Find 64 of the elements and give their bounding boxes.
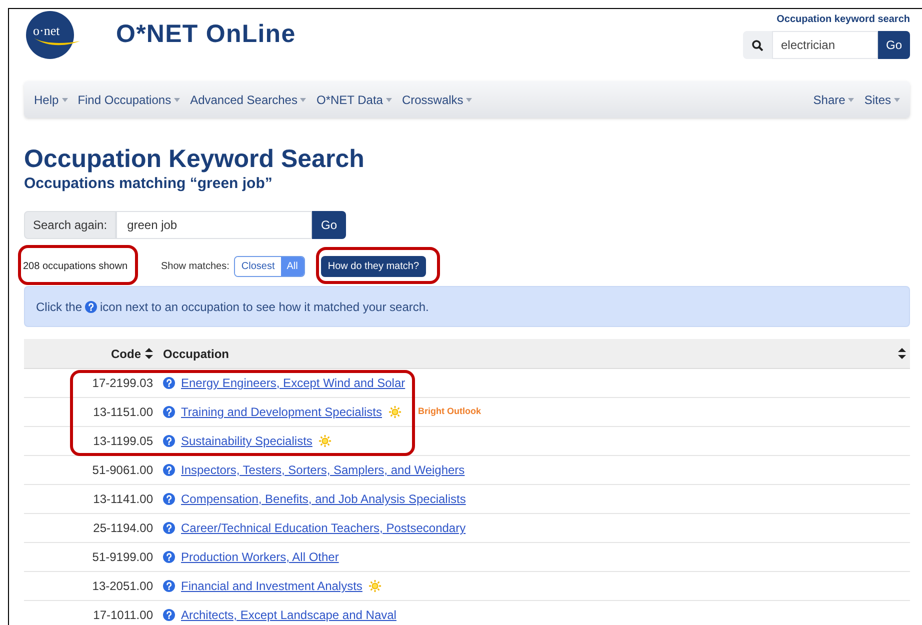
sun-icon bbox=[389, 406, 401, 418]
help-icon[interactable] bbox=[163, 580, 175, 592]
occupation-link[interactable]: Financial and Investment Analysts bbox=[181, 577, 362, 595]
code-cell-text: 13-1141.00 bbox=[93, 491, 153, 508]
sort-icon[interactable] bbox=[145, 348, 153, 359]
search-again-label: Search again: bbox=[24, 211, 116, 239]
nav-menu[interactable]: Crosswalks bbox=[402, 90, 472, 108]
occupation-link[interactable]: Sustainability Specialists bbox=[181, 432, 312, 450]
occupation-link[interactable]: Career/Technical Education Teachers, Postsecondary bbox=[181, 519, 466, 537]
go-button[interactable]: Go bbox=[312, 211, 346, 239]
info-text: icon next to an occupation to see how it matched your search. bbox=[100, 298, 429, 316]
help-icon[interactable] bbox=[163, 522, 175, 534]
caret-icon bbox=[848, 98, 854, 102]
nav-menu[interactable]: Help bbox=[34, 90, 68, 108]
nav-menu[interactable]: Sites bbox=[864, 90, 900, 108]
bright-outlook-label: Bright Outlook bbox=[418, 405, 481, 418]
occupation-link[interactable]: Architects, Except Landscape and Naval bbox=[181, 606, 396, 624]
code-cell-text: 51-9061.00 bbox=[92, 462, 153, 479]
occupation-link[interactable]: Production Workers, All Other bbox=[181, 548, 339, 566]
results-count: 208 occupations shown bbox=[23, 260, 129, 274]
site-title: O*NET OnLine bbox=[116, 19, 296, 50]
occupation-link[interactable]: Training and Development Specialists bbox=[181, 403, 382, 421]
sun-icon bbox=[369, 580, 382, 592]
code-cell-text: 51-9199.00 bbox=[92, 549, 153, 566]
help-icon[interactable] bbox=[85, 300, 98, 312]
column-header[interactable]: Code bbox=[111, 344, 141, 362]
show-matches-label: Show matches: bbox=[161, 260, 230, 274]
sort-icon[interactable] bbox=[898, 348, 906, 359]
occupation-link[interactable]: Inspectors, Testers, Sorters, Samplers, and Weighers bbox=[181, 461, 465, 479]
keyword-search-field[interactable]: electrician bbox=[772, 31, 878, 59]
column-header[interactable]: Occupation bbox=[163, 344, 230, 362]
help-icon[interactable] bbox=[163, 551, 175, 563]
help-icon[interactable] bbox=[163, 406, 175, 418]
nav-menu[interactable]: Share bbox=[813, 90, 854, 108]
help-icon[interactable] bbox=[163, 377, 175, 389]
quick-search-label: Occupation keyword search bbox=[776, 13, 910, 27]
help-icon[interactable] bbox=[163, 435, 175, 447]
occupation-link[interactable]: Energy Engineers, Except Wind and Solar bbox=[181, 374, 406, 392]
go-button[interactable]: Go bbox=[878, 31, 910, 59]
help-icon[interactable] bbox=[163, 493, 175, 505]
caret-icon bbox=[174, 98, 180, 102]
caret-icon bbox=[300, 98, 306, 102]
caret-icon bbox=[62, 98, 68, 102]
caret-icon bbox=[386, 98, 392, 102]
info-text: Click the bbox=[36, 298, 82, 316]
code-cell-text: 17-2199.03 bbox=[92, 375, 153, 392]
nav-menu[interactable]: Advanced Searches bbox=[190, 90, 306, 108]
code-cell-text: 13-1151.00 bbox=[93, 404, 153, 421]
page-subtitle: Occupations matching “green job” bbox=[24, 174, 274, 194]
code-cell-text: 25-1194.00 bbox=[93, 520, 153, 537]
caret-icon bbox=[894, 98, 900, 102]
code-cell-text: 13-2051.00 bbox=[92, 578, 153, 595]
help-icon[interactable] bbox=[163, 464, 175, 476]
search-again-field[interactable]: green job bbox=[116, 211, 312, 239]
caret-icon bbox=[466, 98, 472, 102]
how-match-button[interactable]: How do they match? bbox=[320, 256, 426, 276]
sun-icon bbox=[319, 435, 332, 447]
page-title: Occupation Keyword Search bbox=[24, 144, 366, 174]
occupation-link[interactable]: Compensation, Benefits, and Job Analysis Specialists bbox=[181, 490, 466, 508]
nav-menu[interactable]: Find Occupations bbox=[78, 90, 180, 108]
code-cell-text: 17-1011.00 bbox=[93, 607, 153, 624]
help-icon[interactable] bbox=[163, 609, 175, 621]
code-cell-text: 13-1199.05 bbox=[93, 433, 153, 450]
nav-menu[interactable]: O*NET Data bbox=[316, 90, 392, 108]
